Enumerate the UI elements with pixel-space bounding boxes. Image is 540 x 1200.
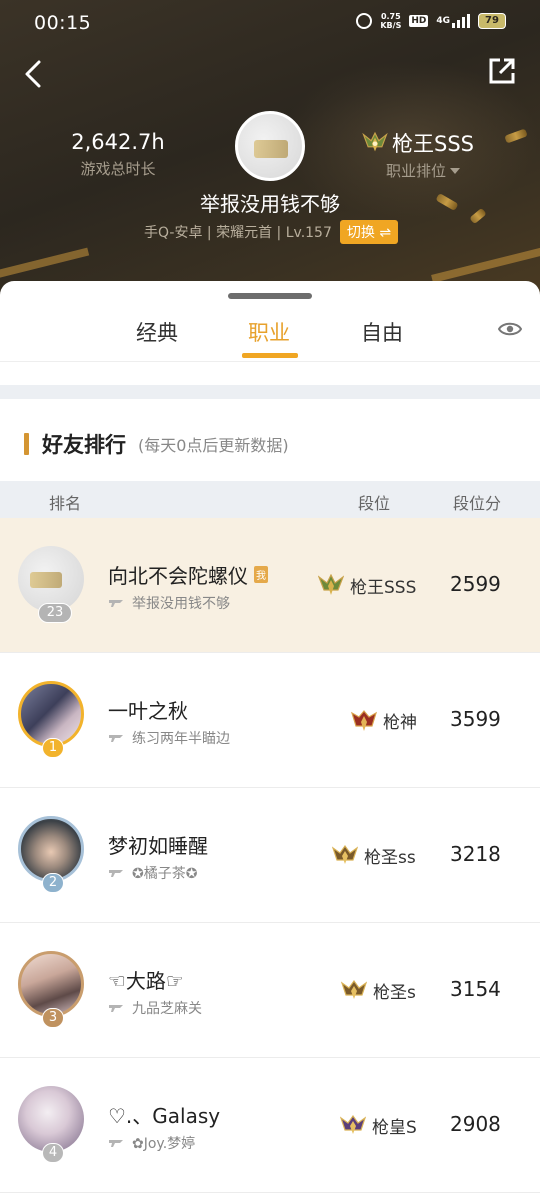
friend-score: 2599 [450,572,501,596]
table-row[interactable]: 4 ♡.、Galasy ✿Joy.梦婷 枪皇S 2908 [0,1058,540,1193]
rank-badge: 23 [38,603,72,623]
friend-signature: 练习两年半瞄边 [108,728,230,748]
status-bar: 00:15 0.75 KB/S HD 4G 79 [0,0,540,46]
share-button[interactable] [486,55,518,87]
section-title: 好友排行 [42,433,126,457]
content-sheet: 经典 职业 自由 好友排行 (每天0点后更新数据) 排名 段位 段位分 23 向… [0,281,540,1200]
table-row[interactable]: 2 梦初如睡醒 ✪橘子茶✪ 枪圣ss 3218 [0,788,540,923]
friend-score: 3218 [450,842,501,866]
me-tag: 我 [254,566,268,583]
gun-icon [109,1005,123,1012]
rank-emblem-icon [362,131,388,152]
col-rank: 排名 [49,494,82,513]
table-row[interactable]: 1 一叶之秋 练习两年半瞄边 枪神 3599 [0,653,540,788]
section-subtitle: (每天0点后更新数据) [138,436,289,455]
eye-icon [497,322,523,336]
playtime-label: 游戏总时长 [80,160,156,178]
alarm-icon [356,13,373,29]
friend-tier: 枪圣s [341,978,416,1003]
friend-signature: 举报没用钱不够 [108,593,230,613]
friend-tier: 枪神 [351,708,417,733]
profile-header: 00:15 0.75 KB/S HD 4G 79 2,642.7h 游戏总时长 … [0,0,540,300]
tab-career[interactable]: 职业 [248,317,290,347]
friend-name: ♡.、Galasy [108,1104,221,1128]
hd-icon: HD [409,15,429,27]
signal-icon [452,14,470,28]
tab-classic[interactable]: 经典 [136,317,178,347]
rank-badge: 3 [42,1008,64,1028]
visibility-button[interactable] [497,321,523,337]
rank-emblem-icon [341,979,367,999]
friend-name: ☜大路☞ [108,969,184,993]
friend-score: 3154 [450,977,501,1001]
rank-name: 枪王SSS [392,132,474,156]
friend-tier: 枪皇S [340,1113,417,1138]
gun-icon [109,735,123,742]
gun-icon [109,600,123,607]
rank-badge: 1 [42,738,64,758]
col-tier: 段位 [358,494,391,513]
header-decor-stripe [0,247,90,285]
friend-tier: 枪王SSS [318,573,416,598]
gun-icon [109,870,123,877]
friend-name: 向北不会陀螺仪 我 [108,564,268,588]
current-rank: 枪王SSS [362,128,474,158]
profile-nickname: 举报没用钱不够 [200,192,340,216]
network-type: 4G [436,16,450,26]
section-header: 好友排行 (每天0点后更新数据) [24,429,289,459]
battery-icon: 79 [478,13,506,29]
table-row[interactable]: 3 ☜大路☞ 九品芝麻关 枪圣s 3154 [0,923,540,1058]
rank-emblem-icon [332,844,358,864]
friend-signature: ✪橘子茶✪ [108,863,197,883]
playtime-value: 2,642.7h [71,130,165,154]
table-row[interactable]: 23 向北不会陀螺仪 我 举报没用钱不够 枪王SSS 2599 [0,518,540,653]
net-speed: 0.75 KB/S [380,12,402,30]
friend-signature: ✿Joy.梦婷 [108,1133,195,1153]
friend-score: 2908 [450,1112,501,1136]
table-header: 排名 段位 段位分 [0,481,540,518]
chevron-left-icon [25,60,41,88]
account-info: 手Q-安卓 | 荣耀元首 | Lv.157 切换 ⇌ [144,220,399,244]
friend-name: 梦初如睡醒 [108,834,208,858]
rank-emblem-icon [318,573,344,595]
friend-ranking-list: 23 向北不会陀螺仪 我 举报没用钱不够 枪王SSS 2599 1 一叶之秋 练… [0,518,540,1193]
account-text: 手Q-安卓 | 荣耀元首 | Lv.157 [144,225,332,241]
back-button[interactable] [20,58,50,90]
switch-account-button[interactable]: 切换 ⇌ [339,220,399,244]
rank-emblem-icon [340,1114,366,1134]
friend-tier: 枪圣ss [332,843,416,868]
active-tab-indicator [242,353,298,358]
rank-mode-dropdown[interactable]: 职业排位 [386,160,461,181]
share-icon [489,58,515,84]
total-playtime: 2,642.7h 游戏总时长 [60,130,176,179]
rank-badge: 2 [42,873,64,893]
friend-score: 3599 [450,707,501,731]
rank-badge: 4 [42,1143,64,1163]
gun-icon [109,1140,123,1147]
sheet-grabber[interactable] [228,293,312,299]
col-score: 段位分 [453,494,502,513]
caret-down-icon [450,167,461,174]
tab-free[interactable]: 自由 [361,317,403,347]
friend-name: 一叶之秋 [108,699,188,723]
rank-emblem-icon [351,709,377,731]
status-time: 00:15 [34,12,92,34]
profile-avatar[interactable] [235,111,305,181]
friend-signature: 九品芝麻关 [108,998,202,1018]
header-decor-stripe [431,241,540,283]
